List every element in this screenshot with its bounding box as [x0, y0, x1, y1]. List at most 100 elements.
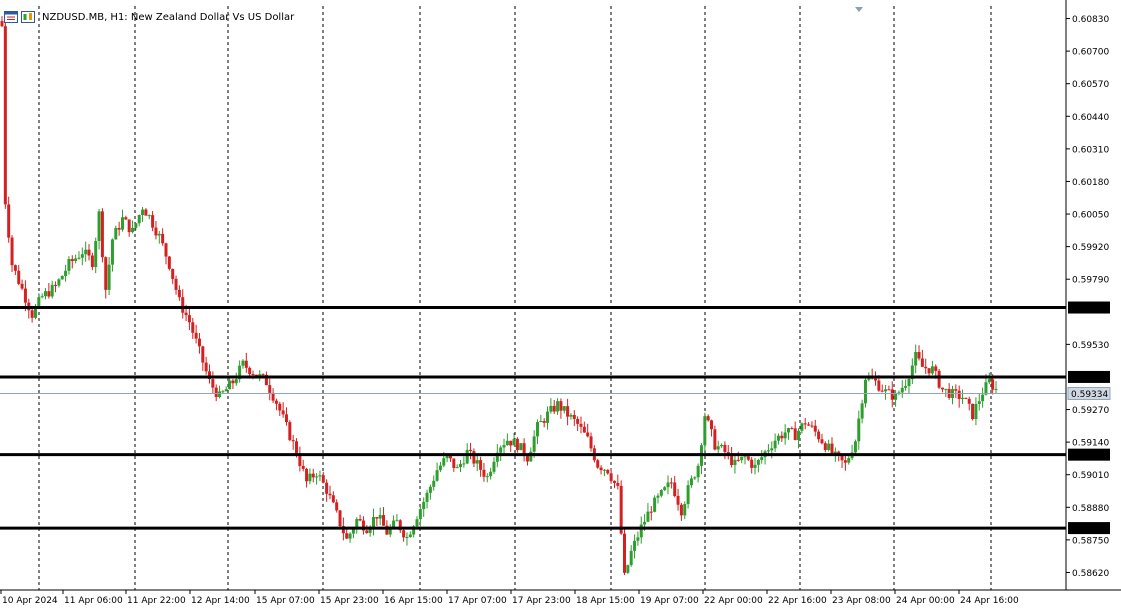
- y-tick-label: 0.60440: [1072, 113, 1109, 123]
- candle-body: [549, 405, 553, 412]
- candle-body: [459, 463, 463, 468]
- candle-body: [127, 219, 131, 233]
- candle-body: [204, 362, 208, 372]
- candle-body: [515, 438, 519, 451]
- candle-body: [134, 223, 138, 228]
- candle-body: [957, 390, 961, 399]
- candle-body: [596, 460, 600, 468]
- candle-body: [13, 265, 17, 271]
- candle-body: [743, 456, 747, 458]
- y-tick-label: 0.60310: [1072, 145, 1109, 155]
- candle-body: [860, 403, 864, 419]
- y-tick-label: 0.59010: [1072, 471, 1109, 481]
- candle-body: [274, 400, 278, 404]
- x-tick-label: 22 Apr 16:00: [768, 596, 827, 606]
- candle-body: [817, 431, 821, 440]
- candle-body: [268, 385, 272, 393]
- candle-body: [646, 511, 650, 522]
- price-chart[interactable]: 0.59677 0.59400 0.59090 0.58797 0.59334 10 A…: [0, 0, 1121, 609]
- y-tick-label: 0.60050: [1072, 211, 1109, 221]
- candle-body: [525, 456, 529, 462]
- candle-body: [977, 401, 981, 404]
- candle-body: [602, 469, 606, 471]
- candle-body: [890, 389, 894, 400]
- chart-title: NZDUSD.MB, H1: New Zealand Dollar Vs US …: [42, 11, 295, 23]
- candle-body: [44, 291, 48, 297]
- candle-body: [827, 443, 831, 450]
- candle-body: [144, 209, 148, 216]
- candle-body: [80, 254, 84, 258]
- candle-body: [974, 403, 978, 420]
- candle-body: [740, 456, 744, 461]
- candle-body: [234, 379, 238, 384]
- candle-body: [177, 289, 181, 298]
- candle-body: [833, 451, 837, 454]
- candle-body: [7, 204, 11, 238]
- candle-body: [800, 423, 804, 431]
- candle-body: [278, 403, 282, 411]
- candle-body: [981, 394, 985, 402]
- candle-body: [40, 296, 44, 298]
- y-tick-label: 0.59790: [1072, 276, 1109, 286]
- x-tick-label: 15 Apr 07:00: [256, 596, 315, 606]
- candle-body: [131, 227, 135, 233]
- candle-body: [124, 217, 128, 220]
- candle-body: [546, 411, 550, 423]
- candle-body: [291, 440, 295, 442]
- candle-body: [579, 423, 583, 427]
- candle-body: [415, 519, 419, 527]
- candle-body: [465, 449, 469, 464]
- candle-body: [917, 351, 921, 359]
- chart-window-icon[interactable]: [4, 11, 18, 23]
- candle-body: [392, 520, 396, 528]
- candle-body: [37, 297, 41, 307]
- candle-body: [954, 389, 958, 391]
- candle-body: [328, 493, 332, 496]
- candle-body: [773, 440, 777, 449]
- candle-body: [576, 418, 580, 424]
- candle-body: [418, 509, 422, 520]
- candle-body: [807, 424, 811, 426]
- candle-body: [964, 397, 968, 399]
- candle-body: [147, 215, 151, 217]
- candle-body: [619, 485, 623, 534]
- candle-body: [104, 257, 108, 290]
- candle-body: [224, 389, 228, 392]
- candle-body: [161, 233, 165, 244]
- candle-body: [582, 426, 586, 433]
- chart-header: NZDUSD.MB, H1: New Zealand Dollar Vs US …: [4, 9, 294, 25]
- candle-body: [984, 382, 988, 395]
- candle-body: [301, 466, 305, 469]
- candle-body: [298, 454, 302, 467]
- candle-body: [820, 439, 824, 444]
- candle-body: [810, 425, 814, 427]
- y-tick-label: 0.59530: [1072, 341, 1109, 351]
- bid-label: 0.59334: [1071, 390, 1108, 400]
- candle-body: [221, 391, 225, 393]
- candle-body: [338, 510, 342, 527]
- candle-body: [97, 211, 101, 242]
- candle-body: [586, 432, 590, 437]
- candle-body: [358, 519, 362, 521]
- candle-body: [793, 428, 797, 441]
- candle-body: [428, 486, 432, 493]
- candle-body: [60, 276, 64, 280]
- candle-body: [887, 389, 891, 391]
- candle-body: [927, 368, 931, 374]
- candle-body: [847, 458, 851, 463]
- candle-body: [214, 387, 218, 398]
- candle-body: [197, 338, 201, 347]
- candle-body: [57, 279, 61, 286]
- candle-body: [753, 464, 757, 468]
- candle-body: [157, 233, 161, 236]
- shift-marker-icon[interactable]: [855, 7, 863, 12]
- candle-body: [181, 297, 185, 313]
- candle-body: [422, 501, 426, 510]
- candle-body: [673, 482, 677, 496]
- chart-list-icon[interactable]: [21, 11, 35, 23]
- candle-body: [47, 291, 51, 297]
- y-tick-label: 0.59270: [1072, 406, 1109, 416]
- candle-body: [512, 438, 516, 446]
- candle-body: [50, 284, 54, 297]
- y-tick-label: 0.60180: [1072, 178, 1109, 188]
